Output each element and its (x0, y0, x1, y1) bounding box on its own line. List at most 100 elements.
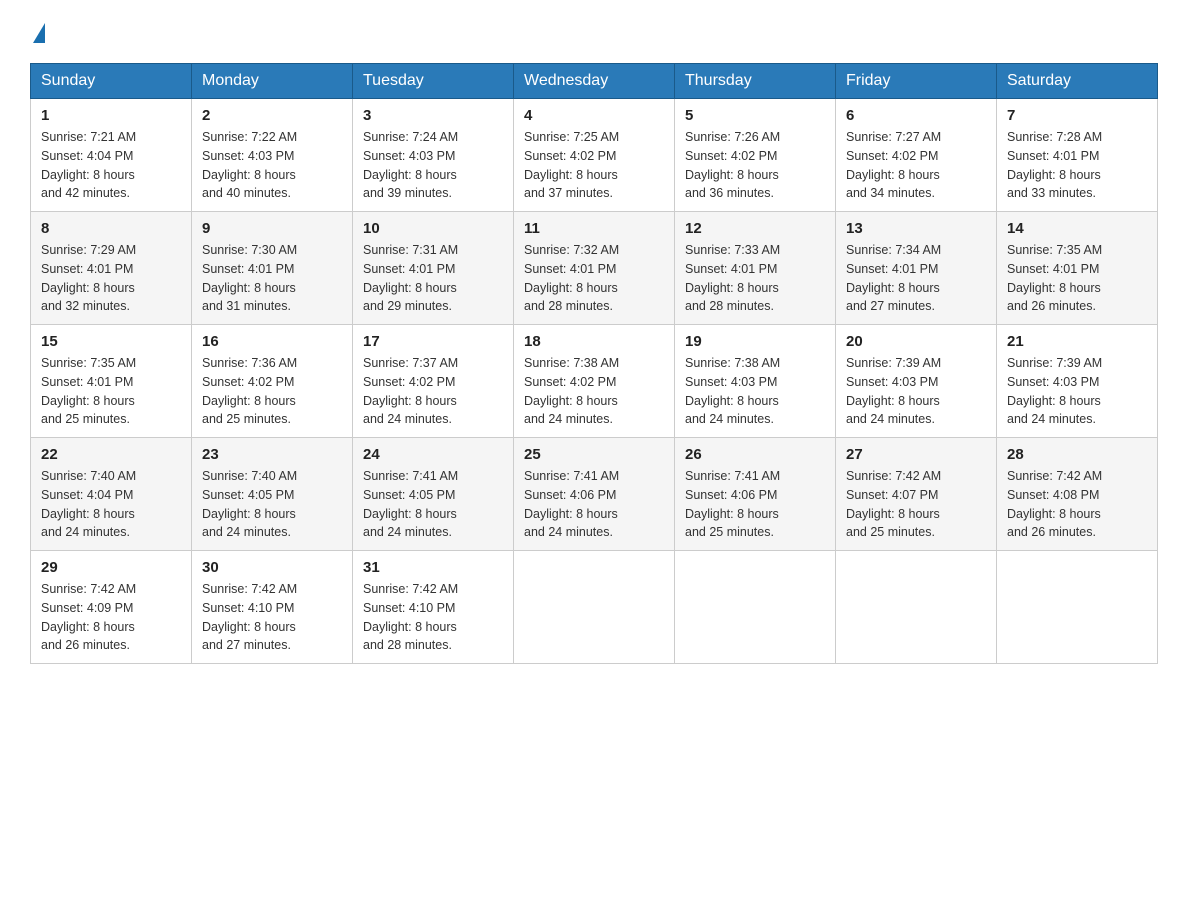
day-number: 24 (363, 446, 503, 463)
calendar-cell: 12 Sunrise: 7:33 AMSunset: 4:01 PMDaylig… (675, 212, 836, 325)
calendar-cell: 2 Sunrise: 7:22 AMSunset: 4:03 PMDayligh… (192, 99, 353, 212)
calendar-cell (675, 551, 836, 664)
day-number: 19 (685, 333, 825, 350)
day-info: Sunrise: 7:38 AMSunset: 4:02 PMDaylight:… (524, 356, 619, 426)
day-number: 20 (846, 333, 986, 350)
calendar-cell: 29 Sunrise: 7:42 AMSunset: 4:09 PMDaylig… (31, 551, 192, 664)
page-header (30, 20, 1158, 45)
day-info: Sunrise: 7:25 AMSunset: 4:02 PMDaylight:… (524, 130, 619, 200)
calendar-cell: 16 Sunrise: 7:36 AMSunset: 4:02 PMDaylig… (192, 325, 353, 438)
calendar-week-row: 8 Sunrise: 7:29 AMSunset: 4:01 PMDayligh… (31, 212, 1158, 325)
calendar-cell: 19 Sunrise: 7:38 AMSunset: 4:03 PMDaylig… (675, 325, 836, 438)
day-of-week-header: Thursday (675, 64, 836, 99)
calendar-cell: 1 Sunrise: 7:21 AMSunset: 4:04 PMDayligh… (31, 99, 192, 212)
calendar-cell (997, 551, 1158, 664)
day-info: Sunrise: 7:42 AMSunset: 4:09 PMDaylight:… (41, 582, 136, 652)
calendar-cell: 23 Sunrise: 7:40 AMSunset: 4:05 PMDaylig… (192, 438, 353, 551)
day-number: 21 (1007, 333, 1147, 350)
calendar-cell: 28 Sunrise: 7:42 AMSunset: 4:08 PMDaylig… (997, 438, 1158, 551)
day-info: Sunrise: 7:26 AMSunset: 4:02 PMDaylight:… (685, 130, 780, 200)
calendar-cell: 3 Sunrise: 7:24 AMSunset: 4:03 PMDayligh… (353, 99, 514, 212)
day-info: Sunrise: 7:42 AMSunset: 4:07 PMDaylight:… (846, 469, 941, 539)
logo-triangle-icon (33, 23, 45, 43)
day-info: Sunrise: 7:34 AMSunset: 4:01 PMDaylight:… (846, 243, 941, 313)
calendar-cell: 24 Sunrise: 7:41 AMSunset: 4:05 PMDaylig… (353, 438, 514, 551)
day-number: 31 (363, 559, 503, 576)
day-info: Sunrise: 7:37 AMSunset: 4:02 PMDaylight:… (363, 356, 458, 426)
day-info: Sunrise: 7:36 AMSunset: 4:02 PMDaylight:… (202, 356, 297, 426)
day-number: 29 (41, 559, 181, 576)
day-info: Sunrise: 7:40 AMSunset: 4:04 PMDaylight:… (41, 469, 136, 539)
day-number: 3 (363, 107, 503, 124)
logo (30, 20, 45, 45)
day-number: 26 (685, 446, 825, 463)
day-info: Sunrise: 7:42 AMSunset: 4:10 PMDaylight:… (202, 582, 297, 652)
day-info: Sunrise: 7:30 AMSunset: 4:01 PMDaylight:… (202, 243, 297, 313)
day-info: Sunrise: 7:42 AMSunset: 4:10 PMDaylight:… (363, 582, 458, 652)
day-number: 13 (846, 220, 986, 237)
calendar-header-row: SundayMondayTuesdayWednesdayThursdayFrid… (31, 64, 1158, 99)
day-info: Sunrise: 7:41 AMSunset: 4:06 PMDaylight:… (524, 469, 619, 539)
day-number: 8 (41, 220, 181, 237)
calendar-cell: 22 Sunrise: 7:40 AMSunset: 4:04 PMDaylig… (31, 438, 192, 551)
calendar-table: SundayMondayTuesdayWednesdayThursdayFrid… (30, 63, 1158, 664)
day-info: Sunrise: 7:33 AMSunset: 4:01 PMDaylight:… (685, 243, 780, 313)
day-info: Sunrise: 7:32 AMSunset: 4:01 PMDaylight:… (524, 243, 619, 313)
day-number: 22 (41, 446, 181, 463)
calendar-cell: 27 Sunrise: 7:42 AMSunset: 4:07 PMDaylig… (836, 438, 997, 551)
day-number: 4 (524, 107, 664, 124)
day-number: 18 (524, 333, 664, 350)
calendar-cell: 15 Sunrise: 7:35 AMSunset: 4:01 PMDaylig… (31, 325, 192, 438)
day-of-week-header: Saturday (997, 64, 1158, 99)
day-info: Sunrise: 7:27 AMSunset: 4:02 PMDaylight:… (846, 130, 941, 200)
calendar-cell: 9 Sunrise: 7:30 AMSunset: 4:01 PMDayligh… (192, 212, 353, 325)
calendar-cell (514, 551, 675, 664)
day-info: Sunrise: 7:41 AMSunset: 4:06 PMDaylight:… (685, 469, 780, 539)
calendar-cell: 8 Sunrise: 7:29 AMSunset: 4:01 PMDayligh… (31, 212, 192, 325)
calendar-cell: 17 Sunrise: 7:37 AMSunset: 4:02 PMDaylig… (353, 325, 514, 438)
day-of-week-header: Tuesday (353, 64, 514, 99)
calendar-cell: 18 Sunrise: 7:38 AMSunset: 4:02 PMDaylig… (514, 325, 675, 438)
calendar-cell: 7 Sunrise: 7:28 AMSunset: 4:01 PMDayligh… (997, 99, 1158, 212)
calendar-week-row: 22 Sunrise: 7:40 AMSunset: 4:04 PMDaylig… (31, 438, 1158, 551)
day-number: 11 (524, 220, 664, 237)
day-of-week-header: Wednesday (514, 64, 675, 99)
calendar-cell: 30 Sunrise: 7:42 AMSunset: 4:10 PMDaylig… (192, 551, 353, 664)
calendar-cell: 21 Sunrise: 7:39 AMSunset: 4:03 PMDaylig… (997, 325, 1158, 438)
day-info: Sunrise: 7:38 AMSunset: 4:03 PMDaylight:… (685, 356, 780, 426)
calendar-cell (836, 551, 997, 664)
day-number: 15 (41, 333, 181, 350)
calendar-week-row: 1 Sunrise: 7:21 AMSunset: 4:04 PMDayligh… (31, 99, 1158, 212)
day-number: 27 (846, 446, 986, 463)
day-of-week-header: Sunday (31, 64, 192, 99)
day-number: 9 (202, 220, 342, 237)
calendar-week-row: 29 Sunrise: 7:42 AMSunset: 4:09 PMDaylig… (31, 551, 1158, 664)
day-info: Sunrise: 7:28 AMSunset: 4:01 PMDaylight:… (1007, 130, 1102, 200)
day-info: Sunrise: 7:35 AMSunset: 4:01 PMDaylight:… (41, 356, 136, 426)
day-number: 7 (1007, 107, 1147, 124)
day-of-week-header: Friday (836, 64, 997, 99)
calendar-cell: 13 Sunrise: 7:34 AMSunset: 4:01 PMDaylig… (836, 212, 997, 325)
day-number: 23 (202, 446, 342, 463)
day-number: 10 (363, 220, 503, 237)
day-info: Sunrise: 7:40 AMSunset: 4:05 PMDaylight:… (202, 469, 297, 539)
day-number: 6 (846, 107, 986, 124)
day-number: 1 (41, 107, 181, 124)
day-info: Sunrise: 7:39 AMSunset: 4:03 PMDaylight:… (1007, 356, 1102, 426)
day-info: Sunrise: 7:21 AMSunset: 4:04 PMDaylight:… (41, 130, 136, 200)
day-number: 16 (202, 333, 342, 350)
day-number: 25 (524, 446, 664, 463)
day-of-week-header: Monday (192, 64, 353, 99)
day-number: 17 (363, 333, 503, 350)
calendar-cell: 5 Sunrise: 7:26 AMSunset: 4:02 PMDayligh… (675, 99, 836, 212)
calendar-cell: 6 Sunrise: 7:27 AMSunset: 4:02 PMDayligh… (836, 99, 997, 212)
calendar-cell: 20 Sunrise: 7:39 AMSunset: 4:03 PMDaylig… (836, 325, 997, 438)
day-info: Sunrise: 7:31 AMSunset: 4:01 PMDaylight:… (363, 243, 458, 313)
calendar-cell: 31 Sunrise: 7:42 AMSunset: 4:10 PMDaylig… (353, 551, 514, 664)
calendar-cell: 14 Sunrise: 7:35 AMSunset: 4:01 PMDaylig… (997, 212, 1158, 325)
day-number: 5 (685, 107, 825, 124)
calendar-cell: 4 Sunrise: 7:25 AMSunset: 4:02 PMDayligh… (514, 99, 675, 212)
calendar-cell: 10 Sunrise: 7:31 AMSunset: 4:01 PMDaylig… (353, 212, 514, 325)
day-info: Sunrise: 7:42 AMSunset: 4:08 PMDaylight:… (1007, 469, 1102, 539)
day-info: Sunrise: 7:41 AMSunset: 4:05 PMDaylight:… (363, 469, 458, 539)
